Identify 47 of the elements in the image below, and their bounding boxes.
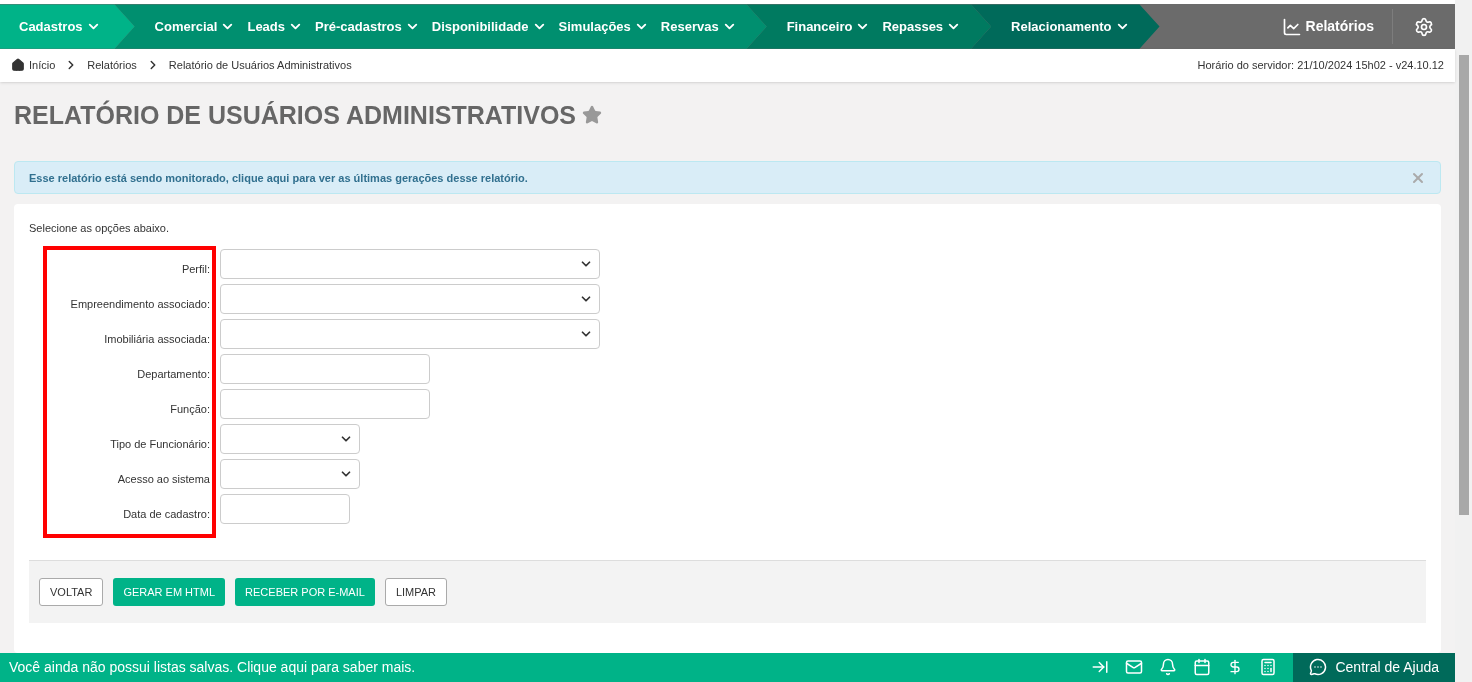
server-time: Horário do servidor: 21/10/2024 15h02 - v24.10.12 <box>1197 58 1444 74</box>
mail-icon[interactable] <box>1125 658 1144 677</box>
calendar-icon[interactable] <box>1193 658 1212 677</box>
nav-menu-item[interactable]: Disponibilidade <box>431 16 547 37</box>
field-label: Imobiliária associada: <box>104 332 210 348</box>
action-button[interactable]: RECEBER POR E-MAIL <box>235 577 375 606</box>
input-field[interactable] <box>220 494 350 525</box>
breadcrumb-link[interactable]: Relatórios <box>87 57 137 74</box>
status-message[interactable]: Você ainda não possui listas salvas. Clique aqui para saber mais. <box>0 656 1092 678</box>
field-label: Empreendimento associado: <box>70 297 210 313</box>
breadcrumb-link[interactable]: Relatório de Usuários Administrativos <box>168 57 352 74</box>
field-label: Perfil: <box>181 262 210 278</box>
nav-menu-item[interactable]: Financeiro <box>786 16 871 37</box>
help-center-button[interactable]: Central de Ajuda <box>1293 652 1455 682</box>
field-label: Departamento: <box>137 367 210 383</box>
bell-icon[interactable] <box>1159 658 1178 677</box>
calculator-icon[interactable] <box>1259 658 1278 677</box>
action-button[interactable]: LIMPAR <box>384 577 448 606</box>
field-label: Tipo de Funcionário: <box>110 437 210 453</box>
home-icon <box>11 58 25 73</box>
field-label: Função: <box>170 402 210 418</box>
nav-menu-item[interactable]: Pré-cadastros <box>315 16 420 37</box>
nav-menu-item[interactable]: Repasses <box>882 16 962 37</box>
action-button[interactable]: VOLTAR <box>39 577 104 606</box>
dropdown-field[interactable] <box>220 459 360 490</box>
nav-menu-item[interactable]: Comercial <box>154 16 236 37</box>
chat-bubble-icon <box>1309 658 1328 677</box>
action-button[interactable]: GERAR EM HTML <box>113 577 226 606</box>
breadcrumb-link[interactable]: Início <box>29 57 56 74</box>
field-label: Acesso ao sistema <box>117 472 210 488</box>
alert-message[interactable]: Esse relatório está sendo monitorado, clique aqui para ver as últimas gerações desse relatório. <box>29 169 1410 187</box>
reports-link[interactable]: Relatórios <box>1281 4 1392 49</box>
dropdown-field[interactable] <box>220 284 600 315</box>
form-intro: Selecione as opções abaixo. <box>29 221 171 237</box>
star-icon[interactable] <box>582 105 603 126</box>
nav-menu-item[interactable]: Simulações <box>558 16 649 37</box>
dropdown-field[interactable] <box>220 249 600 280</box>
nav-menu-item[interactable]: Reservas <box>660 16 737 37</box>
dropdown-field[interactable] <box>220 424 360 455</box>
nav-menu-item[interactable]: Leads <box>247 16 304 37</box>
input-field[interactable] <box>220 389 430 420</box>
dropdown-field[interactable] <box>220 319 600 350</box>
input-field[interactable] <box>220 354 430 385</box>
page-title: RELATÓRIO DE USUÁRIOS ADMINISTRATIVOS <box>14 99 577 131</box>
settings-icon <box>1414 16 1434 37</box>
field-label: Data de cadastro: <box>123 507 210 523</box>
line-chart-icon <box>1281 16 1302 37</box>
